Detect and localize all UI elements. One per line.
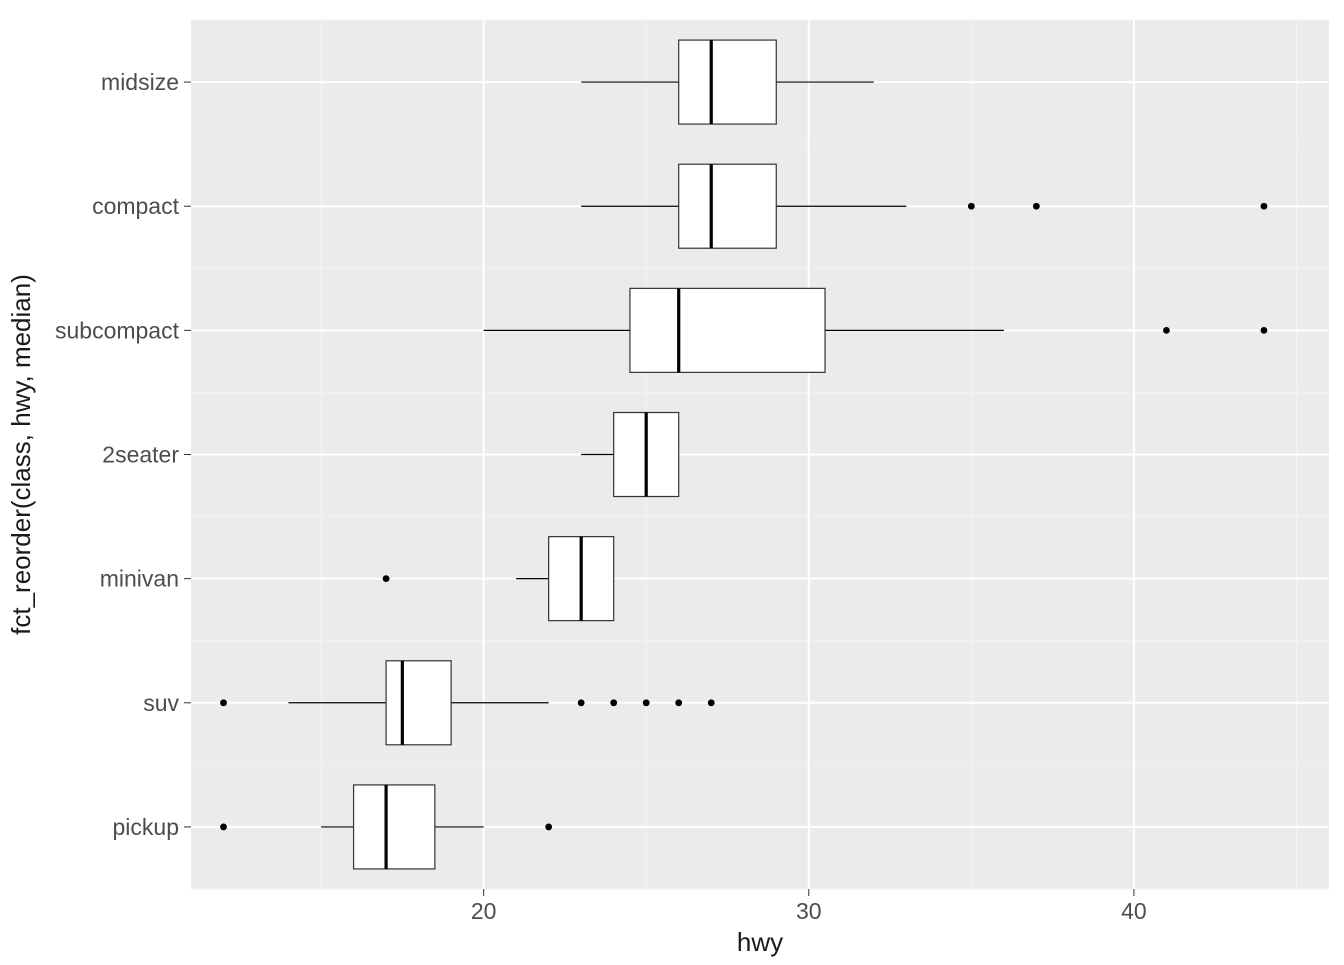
outlier-point <box>383 575 390 582</box>
x-tick-label: 30 <box>796 898 822 924</box>
y-tick-label: minivan <box>100 566 179 592</box>
outlier-point <box>610 699 617 706</box>
boxplot-chart: 20 30 40 midsize compact subcompact 2seater min… <box>0 0 1344 960</box>
iqr-box <box>630 288 825 372</box>
outlier-point <box>1033 203 1040 210</box>
y-tick-label: compact <box>92 193 180 219</box>
outlier-point <box>220 699 227 706</box>
outlier-point <box>708 699 715 706</box>
x-tick-label: 40 <box>1121 898 1147 924</box>
y-tick-label: midsize <box>101 69 179 95</box>
outlier-point <box>643 699 650 706</box>
outlier-point <box>968 203 975 210</box>
x-tick-label: 20 <box>471 898 497 924</box>
y-axis-title: fct_reorder(class, hwy, median) <box>6 274 36 635</box>
outlier-point <box>675 699 682 706</box>
x-axis-title: hwy <box>737 927 783 957</box>
iqr-box <box>354 785 435 869</box>
iqr-box <box>679 40 777 124</box>
outlier-point <box>220 824 227 831</box>
iqr-box <box>679 164 777 248</box>
outlier-point <box>1261 327 1268 334</box>
iqr-box <box>386 661 451 745</box>
outlier-point <box>545 824 552 831</box>
outlier-point <box>1261 203 1268 210</box>
y-tick-label: pickup <box>113 814 179 840</box>
outlier-point <box>578 699 585 706</box>
y-tick-label: 2seater <box>102 442 179 468</box>
y-tick-label: subcompact <box>55 317 180 343</box>
y-tick-label: suv <box>143 690 179 716</box>
outlier-point <box>1163 327 1170 334</box>
chart-svg: 20 30 40 midsize compact subcompact 2seater min… <box>0 0 1344 960</box>
